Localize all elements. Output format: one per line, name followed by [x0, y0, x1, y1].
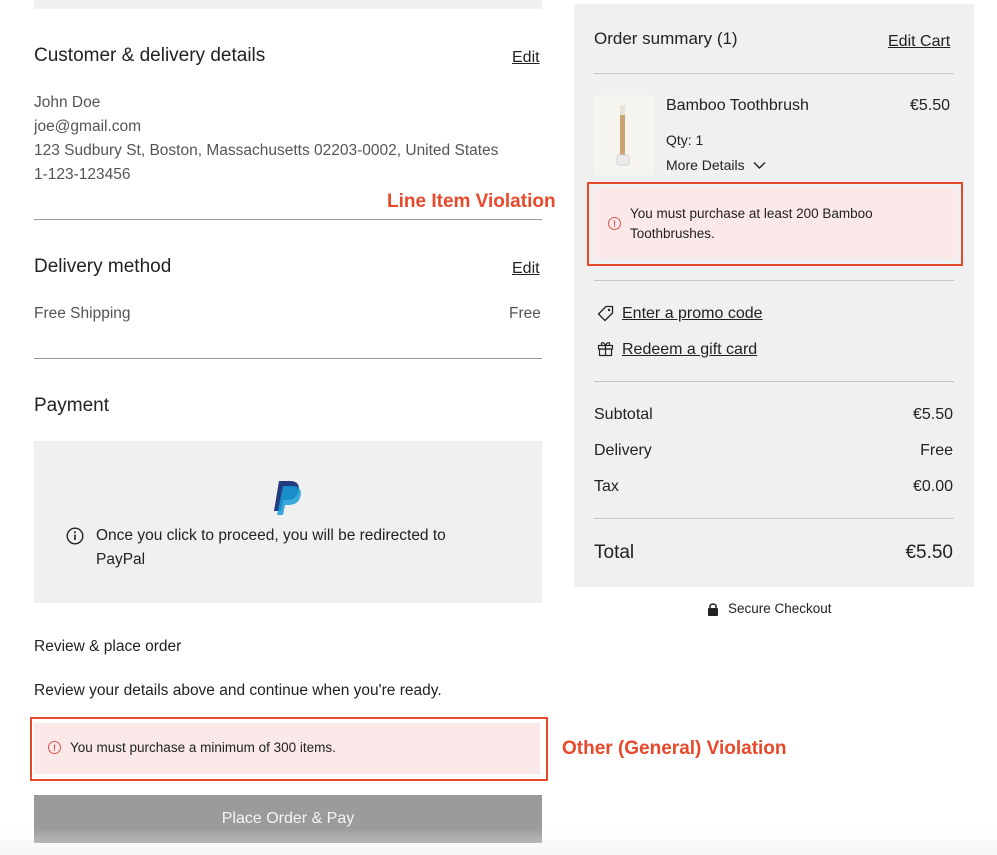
delivery-value: Free [920, 442, 953, 459]
general-violation-annotation: Other (General) Violation [562, 738, 787, 759]
divider [594, 280, 954, 281]
delivery-method-price: Free [509, 305, 541, 322]
lock-icon [708, 602, 718, 616]
line-item-violation-annotation: Line Item Violation [387, 191, 556, 212]
subtotal-label: Subtotal [594, 406, 653, 423]
delivery-method-title: Delivery method [34, 256, 172, 277]
divider [34, 358, 542, 359]
paypal-redirect-notice: Once you click to proceed, you will be r… [96, 527, 446, 568]
secure-checkout: Secure Checkout [707, 601, 832, 616]
general-violation-text: You must purchase a minimum of 300 items… [70, 740, 336, 755]
customer-name: John Doe [34, 94, 101, 111]
payment-title: Payment [34, 395, 109, 416]
tax-label: Tax [594, 478, 619, 495]
divider [594, 381, 954, 382]
delivery-edit-link[interactable]: Edit [512, 260, 540, 278]
payment-method-box: Once you click to proceed, you will be r… [34, 441, 542, 603]
order-summary-count: (1) [716, 29, 738, 48]
product-name: Bamboo Toothbrush [666, 97, 809, 114]
product-thumbnail[interactable] [594, 95, 654, 175]
product-qty: Qty: 1 [666, 132, 704, 148]
general-violation-box: ! You must purchase a minimum of 300 ite… [34, 723, 540, 774]
secure-checkout-label: Secure Checkout [728, 601, 832, 616]
customer-edit-link[interactable]: Edit [512, 49, 540, 67]
divider [594, 518, 954, 519]
tag-icon [597, 305, 614, 322]
tax-value: €0.00 [912, 478, 953, 495]
gift-card-link[interactable]: Redeem a gift card [622, 341, 757, 359]
toothbrush-image [594, 95, 654, 175]
info-icon [66, 527, 84, 545]
place-order-button[interactable]: Place Order & Pay [34, 795, 542, 843]
customer-phone: 1-123-123456 [34, 166, 131, 183]
edit-cart-link[interactable]: Edit Cart [888, 33, 950, 51]
order-summary-title-text: Order summary [594, 29, 713, 48]
product-price: €5.50 [910, 97, 951, 114]
order-summary-title: Order summary (1) [594, 29, 738, 49]
customer-address: 123 Sudbury St, Boston, Massachusetts 02… [34, 142, 499, 159]
gift-icon [597, 342, 614, 357]
warning-icon: ! [48, 741, 61, 754]
total-value: €5.50 [905, 542, 953, 563]
divider [34, 219, 542, 220]
review-title: Review & place order [34, 638, 182, 655]
delivery-label: Delivery [594, 442, 652, 459]
paypal-logo-icon [274, 481, 301, 515]
order-summary-panel [574, 4, 974, 587]
customer-email: joe@gmail.com [34, 118, 142, 135]
divider [594, 73, 954, 74]
line-item-violation-box: ! You must purchase at least 200 Bamboo … [594, 188, 956, 259]
warning-icon: ! [608, 217, 621, 230]
delivery-method-name: Free Shipping [34, 305, 131, 322]
more-details-label: More Details [666, 157, 745, 173]
line-item-violation-text: You must purchase at least 200 Bamboo To… [630, 206, 873, 241]
previous-section-box [34, 0, 542, 9]
more-details-toggle[interactable]: More Details [666, 157, 766, 173]
customer-details-title: Customer & delivery details [34, 45, 266, 66]
total-label: Total [594, 542, 635, 563]
chevron-down-icon [753, 161, 766, 169]
promo-code-link[interactable]: Enter a promo code [622, 305, 763, 323]
subtotal-value: €5.50 [912, 406, 953, 423]
review-description: Review your details above and continue w… [34, 682, 442, 699]
